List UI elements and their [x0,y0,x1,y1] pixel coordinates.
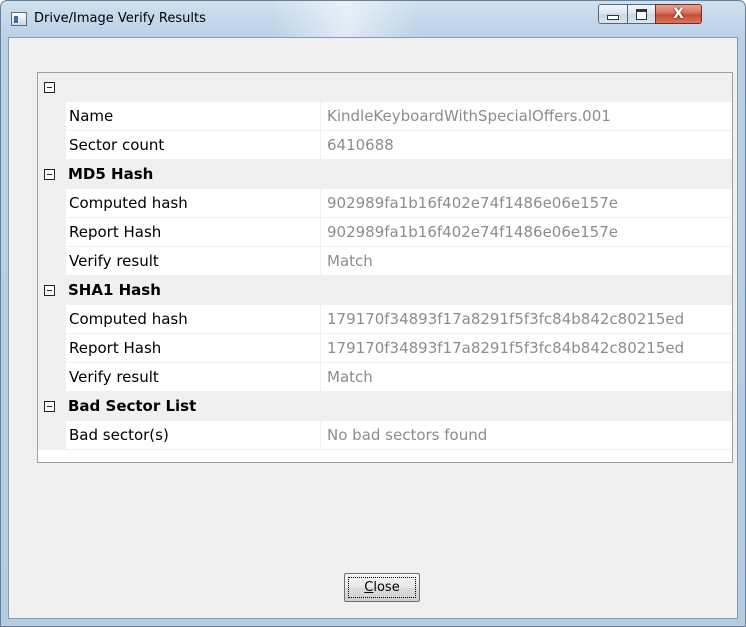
row-gutter [38,189,66,218]
property-value[interactable]: 179170f34893f17a8291f5f3fc84b842c80215ed [321,305,732,334]
collapse-toggle-icon[interactable] [44,169,55,180]
property-row[interactable]: Bad sector(s) No bad sectors found [38,421,732,450]
category-row[interactable]: MD5 Hash [38,160,732,189]
property-row[interactable]: Name KindleKeyboardWithSpecialOffers.001 [38,102,732,131]
maximize-icon [636,8,647,20]
property-name: Verify result [66,363,321,392]
close-button-label: Close [364,580,400,595]
property-name: Report Hash [66,218,321,247]
property-value[interactable]: Match [321,363,732,392]
property-value[interactable]: KindleKeyboardWithSpecialOffers.001 [321,102,732,131]
property-value[interactable]: Match [321,247,732,276]
row-gutter [38,247,66,276]
property-row[interactable]: Report Hash 902989fa1b16f402e74f1486e06e1… [38,218,732,247]
row-gutter [38,363,66,392]
root-category-row[interactable] [38,73,732,102]
verify-results-window: Drive/Image Verify Results X Name KindleK… [0,0,746,627]
row-gutter [38,305,66,334]
property-row[interactable]: Computed hash 902989fa1b16f402e74f1486e06… [38,189,732,218]
title-bar-glow [271,1,421,37]
property-row[interactable]: Verify result Match [38,247,732,276]
property-name: Bad sector(s) [66,421,321,450]
row-gutter [38,421,66,450]
property-value[interactable]: 179170f34893f17a8291f5f3fc84b842c80215ed [321,334,732,363]
property-name: Report Hash [66,334,321,363]
close-window-button[interactable]: X [655,4,702,24]
window-title: Drive/Image Verify Results [34,11,206,26]
minimize-button[interactable] [598,4,628,24]
category-row[interactable]: SHA1 Hash [38,276,732,305]
property-row[interactable]: Sector count 6410688 [38,131,732,160]
category-label: Bad Sector List [68,397,197,415]
property-name: Computed hash [66,189,321,218]
maximize-button[interactable] [627,4,656,24]
collapse-toggle-icon[interactable] [44,285,55,296]
category-row[interactable]: Bad Sector List [38,392,732,421]
row-gutter [38,102,66,131]
property-value[interactable]: 902989fa1b16f402e74f1486e06e157e [321,189,732,218]
property-row[interactable]: Verify result Match [38,363,732,392]
property-name: Computed hash [66,305,321,334]
category-label: MD5 Hash [68,165,154,183]
property-name: Verify result [66,247,321,276]
property-row[interactable]: Report Hash 179170f34893f17a8291f5f3fc84b… [38,334,732,363]
row-gutter [38,218,66,247]
collapse-toggle-icon[interactable] [44,401,55,412]
title-bar[interactable]: Drive/Image Verify Results X [1,1,745,37]
category-label: SHA1 Hash [68,281,161,299]
dialog-client-area: Name KindleKeyboardWithSpecialOffers.001 S… [8,37,738,619]
close-button[interactable]: Close [344,573,420,602]
app-window-icon[interactable] [11,12,27,26]
property-name: Name [66,102,321,131]
property-grid[interactable]: Name KindleKeyboardWithSpecialOffers.001 S… [37,72,733,463]
minimize-icon [607,15,619,20]
property-value[interactable]: 6410688 [321,131,732,160]
property-value[interactable]: 902989fa1b16f402e74f1486e06e157e [321,218,732,247]
property-name: Sector count [66,131,321,160]
property-value[interactable]: No bad sectors found [321,421,732,450]
property-row[interactable]: Computed hash 179170f34893f17a8291f5f3fc8… [38,305,732,334]
collapse-toggle-icon[interactable] [44,82,55,93]
row-gutter [38,334,66,363]
close-icon: X [673,6,684,22]
row-gutter [38,131,66,160]
